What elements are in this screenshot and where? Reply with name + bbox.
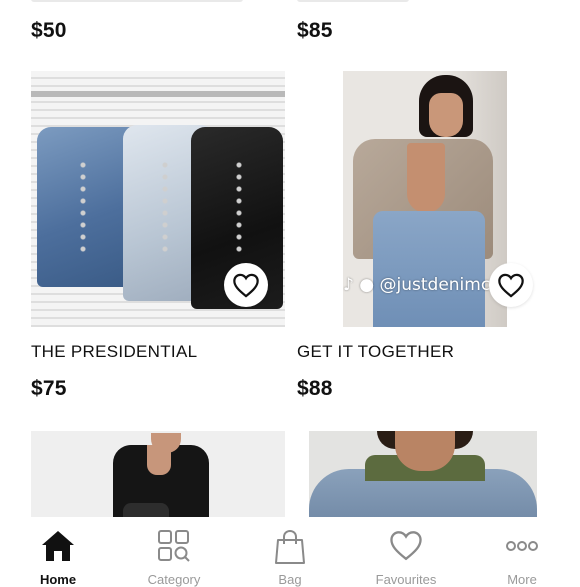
nav-item-category[interactable]: Category [116, 517, 232, 587]
nav-item-more[interactable]: More [464, 517, 580, 587]
product-image-black-blazer[interactable] [31, 431, 285, 523]
product-price-presidential: $75 [31, 377, 67, 400]
nav-item-home[interactable]: Home [0, 517, 116, 587]
favorite-button-presidential[interactable] [224, 263, 268, 307]
jacket-buttons [79, 159, 87, 255]
heart-icon [390, 531, 422, 561]
product-image-top-left-edge[interactable] [31, 0, 243, 2]
clothing-rail [31, 91, 285, 97]
tiktok-watermark: ♪ ● @justdenimcouture [343, 275, 507, 295]
product-name-get-it-together[interactable]: GET IT TOGETHER [297, 342, 454, 362]
user-icon: ● [359, 275, 375, 295]
tiktok-icon: ♪ [343, 275, 354, 295]
product-price-top-right: $85 [297, 19, 333, 42]
jacket-buttons [161, 159, 169, 255]
product-price-get-it-together: $88 [297, 377, 333, 400]
watermark-handle: @justdenimcouture [379, 275, 507, 295]
more-dots-icon [506, 541, 538, 551]
favorite-button-get-it-together[interactable] [489, 263, 533, 307]
jacket-buttons [235, 159, 243, 255]
home-icon [42, 531, 74, 561]
heart-outline-icon [498, 273, 524, 298]
product-image-get-it-together[interactable]: ♪ ● @justdenimcouture [343, 71, 507, 327]
product-image-denim-jacket[interactable] [309, 431, 537, 523]
model-face [429, 93, 463, 137]
denim-jeans [373, 211, 485, 327]
shopping-bag-icon [275, 529, 305, 564]
nav-item-bag[interactable]: Bag [232, 517, 348, 587]
heart-outline-icon [233, 273, 259, 298]
model-torso [407, 143, 445, 213]
bottom-navigation: Home Category Bag Favourites More [0, 517, 580, 587]
category-search-icon [158, 530, 190, 562]
product-image-top-right-edge[interactable] [297, 0, 409, 2]
nav-item-favourites[interactable]: Favourites [348, 517, 464, 587]
product-price-top-left: $50 [31, 19, 67, 42]
product-name-presidential[interactable]: THE PRESIDENTIAL [31, 342, 197, 362]
